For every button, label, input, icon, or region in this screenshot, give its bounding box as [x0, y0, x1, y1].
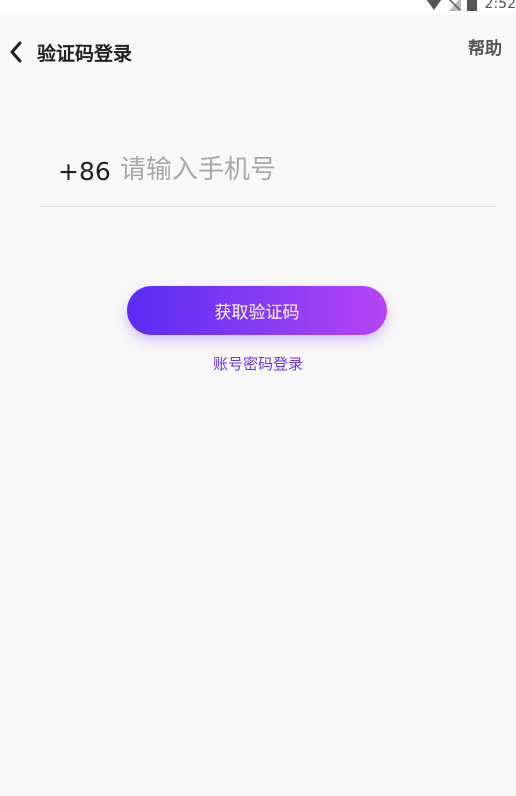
phone-input-row: +86 [40, 148, 496, 207]
status-bar: 2:52 [0, 0, 516, 14]
country-code[interactable]: +86 [58, 156, 111, 188]
chevron-left-icon [9, 41, 23, 67]
password-login-row: 账号密码登录 [0, 354, 516, 374]
status-time: 2:52 [484, 0, 516, 12]
battery-icon [466, 0, 477, 11]
password-login-link[interactable]: 账号密码登录 [213, 355, 303, 373]
signal-icon [448, 0, 461, 11]
help-link[interactable]: 帮助 [468, 37, 502, 61]
page-title: 验证码登录 [37, 43, 133, 65]
phone-number-input[interactable] [120, 152, 480, 188]
status-icons: 2:52 [425, 0, 516, 12]
back-button[interactable] [6, 41, 26, 67]
wifi-icon [425, 0, 443, 11]
app-header: 验证码登录 帮助 [0, 14, 516, 94]
get-verification-code-button[interactable]: 获取验证码 [127, 286, 387, 335]
